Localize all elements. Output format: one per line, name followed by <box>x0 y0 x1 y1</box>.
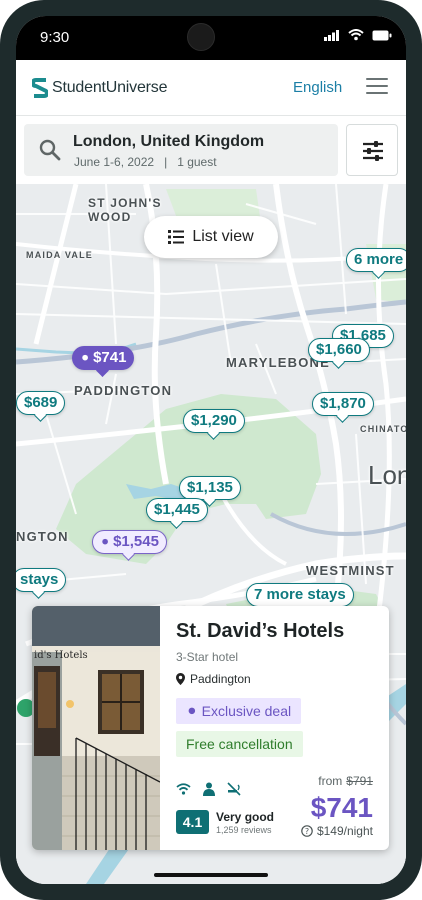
tag-icon: ⚫ <box>100 535 111 549</box>
amenities <box>176 782 241 796</box>
hotel-card[interactable]: id's Hotels St. David’s Hotels 3-Star ho… <box>32 606 389 850</box>
hotel-name[interactable]: St. David’s Hotels <box>176 620 344 643</box>
help-icon[interactable]: ? <box>301 825 313 837</box>
list-icon <box>168 230 185 244</box>
search-guests: 1 guest <box>177 155 217 169</box>
map-pin-price[interactable]: $1,135 <box>179 476 241 500</box>
tag-icon: ⚫ <box>80 351 91 365</box>
filter-button[interactable] <box>346 124 398 176</box>
home-indicator[interactable] <box>154 873 268 877</box>
hotel-photo: id's Hotels <box>32 606 160 850</box>
search-icon <box>39 139 61 161</box>
map-label-paddington: PADDINGTON <box>74 383 173 398</box>
tag-icon: ⚫ <box>186 703 202 719</box>
search-separator: | <box>157 155 174 169</box>
price-from: from $791 <box>318 774 373 788</box>
map-pin-deal[interactable]: ⚫ $1,545 <box>92 530 167 554</box>
map-view[interactable]: ST JOHN'S WOOD MAIDA VALE PADDINGTON MAR… <box>16 184 406 884</box>
price-from-label: from <box>318 774 343 788</box>
map-pin-price[interactable]: $1,445 <box>146 498 208 522</box>
search-bar: London, United Kingdom June 1-6, 2022 | … <box>16 116 406 184</box>
map-label-kensington: NGTON <box>16 529 69 544</box>
hotel-location: Paddington <box>176 672 251 686</box>
map-pin-price[interactable]: $689 <box>16 391 66 415</box>
brand-name: StudentUniverse <box>52 79 168 96</box>
battery-icon <box>372 30 392 40</box>
status-time: 9:30 <box>40 29 70 46</box>
brand-logo[interactable]: StudentUniverse <box>32 78 167 98</box>
language-selector[interactable]: English <box>293 79 342 96</box>
wifi-status-icon <box>348 29 364 41</box>
search-destination: London, United Kingdom <box>73 133 265 150</box>
price-per-night-text: $149/night <box>316 824 373 838</box>
search-details: June 1-6, 2022 | 1 guest <box>74 155 217 169</box>
hotel-class: 3-Star hotel <box>176 650 239 664</box>
wifi-icon <box>176 783 191 795</box>
svg-text:?: ? <box>305 827 309 836</box>
review-count: 1,259 reviews <box>216 825 272 835</box>
location-pin-icon <box>176 673 185 685</box>
hotel-location-text: Paddington <box>190 672 251 686</box>
app-header: StudentUniverse English <box>16 60 406 116</box>
screen: 9:30 StudentUniverse English London, Uni… <box>16 16 406 884</box>
list-view-button[interactable]: List view <box>144 216 278 258</box>
hamburger-menu-button[interactable] <box>366 78 388 96</box>
phone-frame: 9:30 StudentUniverse English London, Uni… <box>0 0 422 900</box>
sliders-icon <box>363 141 383 161</box>
search-summary-field[interactable]: London, United Kingdom June 1-6, 2022 | … <box>24 124 338 176</box>
map-label-westminster: WESTMINST <box>306 563 395 578</box>
hotel-photo-sign: id's Hotels <box>34 650 88 661</box>
no-smoking-icon <box>227 782 241 796</box>
signal-icon <box>324 29 339 41</box>
free-cancellation-badge: Free cancellation <box>176 731 303 757</box>
map-pin-cluster[interactable]: 6 more <box>346 248 406 272</box>
map-label-london: Lon <box>368 460 406 490</box>
studentuniverse-logo-icon <box>32 78 48 98</box>
map-pin-price[interactable]: $1,290 <box>183 409 245 433</box>
rating-label: Very good <box>216 810 275 824</box>
map-pin-deal-selected[interactable]: ⚫ $741 <box>72 346 135 370</box>
status-bar: 9:30 <box>16 16 406 60</box>
map-pin-cluster[interactable]: stays <box>16 568 67 592</box>
map-pin-price[interactable]: $1,870 <box>312 392 374 416</box>
map-pin-price[interactable]: $1,660 <box>308 338 370 362</box>
list-view-label: List view <box>192 228 254 245</box>
map-pin-cluster[interactable]: 7 more stays <box>246 583 354 607</box>
map-label-chinatown: CHINATO <box>360 424 406 434</box>
front-camera <box>187 23 215 51</box>
rating-score: 4.1 <box>176 810 209 834</box>
exclusive-deal-badge: ⚫ Exclusive deal <box>176 698 302 724</box>
original-price: $791 <box>346 774 373 788</box>
map-label-maida-vale: MAIDA VALE <box>26 250 93 260</box>
concierge-icon <box>203 782 215 796</box>
price-per-night: ? $149/night <box>301 824 373 838</box>
status-icons <box>324 29 392 41</box>
total-price: $741 <box>310 792 373 823</box>
search-dates: June 1-6, 2022 <box>74 155 155 169</box>
